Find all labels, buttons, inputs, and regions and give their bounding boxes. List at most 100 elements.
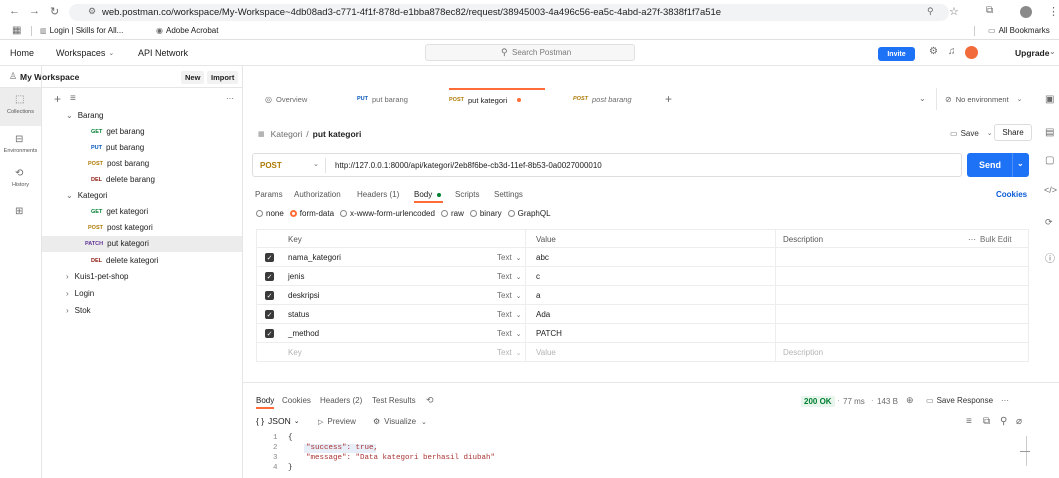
radio-binary[interactable]: binary bbox=[469, 209, 502, 218]
table-row[interactable]: ✓ jenis Text ⌄ c bbox=[256, 267, 1029, 286]
tab-overview[interactable]: ◎ Overview bbox=[265, 88, 307, 110]
row-key[interactable]: status bbox=[288, 305, 309, 324]
send-chevron-icon[interactable]: ⌄ bbox=[1017, 159, 1024, 168]
request-put-barang[interactable]: PUT put barang bbox=[91, 140, 144, 155]
radio-graphql[interactable]: GraphQL bbox=[507, 209, 551, 218]
row-checkbox[interactable]: ✓ bbox=[265, 248, 274, 267]
request-delete-kategori[interactable]: DEL delete kategori bbox=[91, 253, 158, 268]
tab-put-kategori[interactable]: POST put kategori bbox=[449, 88, 545, 110]
row-type[interactable]: Text ⌄ bbox=[497, 343, 522, 362]
response-time[interactable]: 77 ms bbox=[843, 397, 865, 406]
row-description-placeholder[interactable]: Description bbox=[783, 343, 823, 362]
environment-selector[interactable]: ⊘ No environment ⌄ bbox=[936, 88, 1036, 110]
table-row[interactable]: ✓ status Text ⌄ Ada bbox=[256, 305, 1029, 324]
request-url-input[interactable]: http://127.0.0.1:8000/api/kategori/2eb8f… bbox=[335, 161, 602, 170]
row-value[interactable]: c bbox=[536, 267, 540, 286]
resp-tab-headers[interactable]: Headers (2) bbox=[320, 396, 362, 405]
request-delete-barang[interactable]: DEL delete barang bbox=[91, 172, 155, 187]
tab-put-barang[interactable]: PUT put barang bbox=[357, 88, 408, 110]
bulk-edit-button[interactable]: ⋯ Bulk Edit bbox=[968, 230, 1012, 249]
profile-avatar[interactable] bbox=[1020, 6, 1032, 18]
subtab-params[interactable]: Params bbox=[255, 190, 283, 199]
subtab-scripts[interactable]: Scripts bbox=[455, 190, 479, 199]
nav-home[interactable]: Home bbox=[10, 48, 34, 58]
breadcrumb-current[interactable]: put kategori bbox=[313, 129, 362, 139]
row-type[interactable]: Text ⌄ bbox=[497, 248, 522, 267]
bookmark-adobe[interactable]: ◉ Adobe Acrobat bbox=[156, 26, 218, 35]
network-globe-icon[interactable]: ⊕ bbox=[906, 395, 914, 406]
address-text[interactable]: web.postman.co/workspace/My-Workspace~4d… bbox=[102, 7, 721, 18]
browser-menu-icon[interactable]: ⋮ bbox=[1048, 5, 1059, 18]
folder-kategori[interactable]: ⌄ Kategori bbox=[66, 188, 108, 203]
all-bookmarks[interactable]: ▭ All Bookmarks bbox=[988, 26, 1050, 35]
row-type[interactable]: Text ⌄ bbox=[497, 324, 522, 343]
info-icon[interactable]: ⓘ bbox=[1045, 250, 1055, 265]
table-row[interactable]: ✓ nama_kategori Text ⌄ abc bbox=[256, 248, 1029, 267]
request-post-kategori[interactable]: POST post kategori bbox=[88, 220, 153, 235]
resp-tab-test-results[interactable]: Test Results bbox=[372, 396, 416, 405]
visualize-button[interactable]: ⚙ Visualize ⌄ bbox=[373, 417, 427, 426]
upgrade-chevron-icon[interactable]: ⌄ bbox=[1049, 47, 1056, 56]
subtab-authorization[interactable]: Authorization bbox=[294, 190, 341, 199]
table-row[interactable]: ✓ _method Text ⌄ PATCH bbox=[256, 324, 1029, 343]
save-response-button[interactable]: ▭ Save Response ⋯ bbox=[926, 396, 1009, 405]
documentation-icon[interactable]: ▤ bbox=[1045, 127, 1054, 138]
search-icon[interactable]: ⚲ bbox=[1000, 416, 1007, 427]
cookies-link[interactable]: Cookies bbox=[996, 190, 1027, 199]
rail-collections[interactable]: ⬚ Collections bbox=[0, 88, 41, 126]
add-icon[interactable]: + bbox=[54, 92, 61, 106]
folder-kuis1-pet-shop[interactable]: › Kuis1-pet-shop bbox=[66, 269, 128, 284]
upgrade-button[interactable]: Upgrade bbox=[1015, 48, 1049, 58]
send-button[interactable]: Send ⌄ bbox=[967, 153, 1029, 177]
save-button[interactable]: ▭ Save ⌄ bbox=[950, 125, 993, 141]
notifications-icon[interactable]: ♫ bbox=[948, 46, 956, 57]
code-icon[interactable]: </> bbox=[1044, 185, 1057, 195]
wrap-lines-icon[interactable]: ≡ bbox=[966, 416, 972, 427]
request-post-barang[interactable]: POST post barang bbox=[88, 156, 149, 171]
bookmark-login[interactable]: ▥ Login | Skills for All... bbox=[40, 26, 123, 35]
resp-tab-cookies[interactable]: Cookies bbox=[282, 396, 311, 405]
row-checkbox[interactable]: ✓ bbox=[265, 305, 274, 324]
row-key-placeholder[interactable]: Key bbox=[288, 343, 302, 362]
row-checkbox[interactable]: ✓ bbox=[265, 324, 274, 343]
folder-login[interactable]: › Login bbox=[66, 286, 94, 301]
related-icon[interactable]: ⟳ bbox=[1045, 217, 1053, 228]
tabs-dropdown-icon[interactable]: ⌄ bbox=[919, 94, 926, 103]
status-badge[interactable]: 200 OK bbox=[801, 396, 835, 407]
rail-environments[interactable]: ⊟ Environments bbox=[0, 130, 41, 162]
radio-urlencoded[interactable]: x-www-form-urlencoded bbox=[340, 209, 435, 218]
folder-barang[interactable]: ⌄ Barang bbox=[66, 108, 104, 123]
rail-history[interactable]: ⟲ History bbox=[0, 164, 41, 196]
nav-workspaces[interactable]: Workspaces ⌄ bbox=[56, 48, 114, 58]
request-put-kategori[interactable]: PATCH put kategori bbox=[85, 236, 149, 251]
comments-icon[interactable]: ▢ bbox=[1045, 155, 1054, 166]
search-box[interactable]: ⚲ Search Postman bbox=[425, 44, 635, 61]
response-code[interactable]: 1 2 3 4 { "success": true, "message": "D… bbox=[256, 432, 1036, 478]
settings-icon[interactable]: ⚙ bbox=[929, 46, 938, 57]
radio-none[interactable]: none bbox=[256, 209, 284, 218]
row-checkbox[interactable]: ✓ bbox=[265, 267, 274, 286]
share-button[interactable]: Share bbox=[994, 124, 1032, 141]
row-key[interactable]: nama_kategori bbox=[288, 248, 341, 267]
format-select[interactable]: { } JSON ⌄ bbox=[256, 416, 300, 426]
row-type[interactable]: Text ⌄ bbox=[497, 305, 522, 324]
radio-form-data[interactable]: form-data bbox=[289, 209, 334, 218]
subtab-headers[interactable]: Headers (1) bbox=[357, 190, 399, 199]
breadcrumb-parent[interactable]: Kategori bbox=[271, 129, 303, 139]
folder-stok[interactable]: › Stok bbox=[66, 303, 91, 318]
apps-grid-icon[interactable]: ▦ bbox=[12, 25, 21, 36]
new-button[interactable]: New bbox=[181, 71, 205, 84]
more-icon[interactable]: ⋯ bbox=[226, 94, 234, 103]
reload-icon[interactable]: ↻ bbox=[50, 5, 59, 18]
row-key[interactable]: jenis bbox=[288, 267, 304, 286]
row-value[interactable]: Ada bbox=[536, 305, 550, 324]
extensions-icon[interactable]: ⧉ bbox=[986, 5, 993, 16]
row-value[interactable]: a bbox=[536, 286, 540, 305]
link-icon[interactable]: ⌀ bbox=[1016, 416, 1022, 427]
filter-icon[interactable]: ≡ bbox=[70, 93, 76, 104]
subtab-settings[interactable]: Settings bbox=[494, 190, 523, 199]
forward-icon[interactable]: → bbox=[29, 5, 40, 17]
request-url-bar[interactable]: POST ⌄ http://127.0.0.1:8000/api/kategor… bbox=[252, 153, 962, 177]
row-type[interactable]: Text ⌄ bbox=[497, 286, 522, 305]
history-icon[interactable]: ⟲ bbox=[426, 395, 434, 406]
